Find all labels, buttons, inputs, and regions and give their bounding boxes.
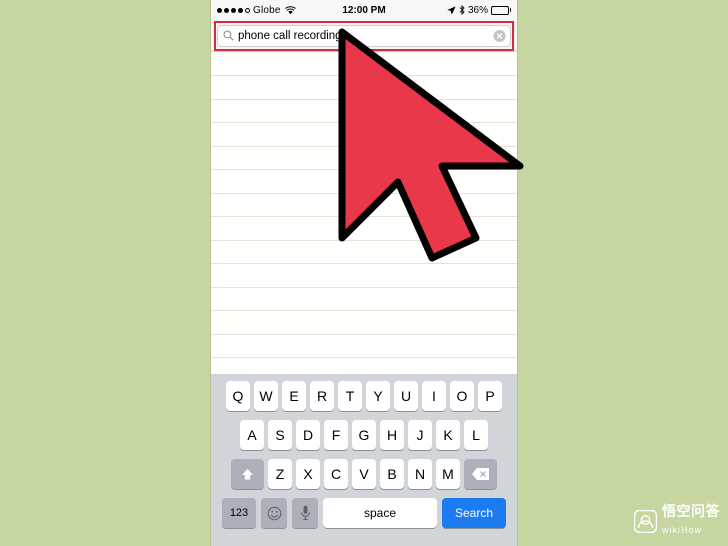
key-p[interactable]: P [478, 381, 502, 411]
status-bar: Globe 12:00 PM 36% [211, 0, 517, 20]
location-arrow-icon [447, 5, 456, 15]
key-g[interactable]: G [352, 420, 376, 450]
carrier-label: Globe [253, 4, 281, 16]
key-a[interactable]: A [240, 420, 264, 450]
list-item[interactable] [211, 76, 517, 100]
battery-percent-label: 36% [467, 4, 488, 16]
phone-screen: Globe 12:00 PM 36% phone call recording … [210, 0, 518, 546]
key-u[interactable]: U [394, 381, 418, 411]
key-k[interactable]: K [436, 420, 460, 450]
key-y[interactable]: Y [366, 381, 390, 411]
dictation-key[interactable] [292, 498, 318, 528]
key-l[interactable]: L [464, 420, 488, 450]
key-w[interactable]: W [254, 381, 278, 411]
shift-key[interactable] [231, 459, 264, 489]
microphone-icon [300, 505, 310, 520]
key-s[interactable]: S [268, 420, 292, 450]
battery-icon [491, 5, 511, 15]
watermark-text: 悟空问答 wikiHow [662, 504, 720, 538]
signal-strength-icon [217, 7, 250, 13]
list-item[interactable] [211, 264, 517, 288]
list-item[interactable] [211, 311, 517, 335]
list-item[interactable] [211, 52, 517, 76]
shift-arrow-icon [242, 468, 253, 479]
key-q[interactable]: Q [226, 381, 250, 411]
list-item[interactable] [211, 147, 517, 170]
key-f[interactable]: F [324, 420, 348, 450]
emoji-key[interactable] [261, 498, 287, 528]
key-v[interactable]: V [352, 459, 376, 489]
search-bar[interactable]: phone call recording [211, 20, 517, 52]
key-e[interactable]: E [282, 381, 306, 411]
wukong-logo-icon [634, 509, 657, 533]
key-j[interactable]: J [408, 420, 432, 450]
list-item[interactable] [211, 100, 517, 123]
bluetooth-icon [459, 5, 465, 15]
list-item[interactable] [211, 288, 517, 311]
keyboard-row-1: Q W E R T Y U I O P [211, 381, 517, 411]
key-d[interactable]: D [296, 420, 320, 450]
keyboard-row-2: A S D F G H J K L [211, 420, 517, 450]
key-m[interactable]: M [436, 459, 460, 489]
search-input-value: phone call recording [238, 29, 342, 42]
keyboard-row-4: 123 space Search [211, 498, 517, 528]
wifi-icon [284, 5, 296, 15]
list-item[interactable] [211, 170, 517, 194]
key-i[interactable]: I [422, 381, 446, 411]
backspace-key[interactable] [464, 459, 497, 489]
notes-list[interactable] [211, 52, 517, 382]
search-icon [223, 30, 234, 41]
list-item[interactable] [211, 217, 517, 241]
key-r[interactable]: R [310, 381, 334, 411]
search-input[interactable]: phone call recording [217, 24, 511, 47]
key-b[interactable]: B [380, 459, 404, 489]
key-o[interactable]: O [450, 381, 474, 411]
key-t[interactable]: T [338, 381, 362, 411]
key-n[interactable]: N [408, 459, 432, 489]
smiley-icon [267, 506, 281, 520]
status-bar-left: Globe [217, 5, 296, 16]
list-item[interactable] [211, 335, 517, 358]
on-screen-keyboard[interactable]: Q W E R T Y U I O P A S D F G H J K L Z … [211, 374, 517, 546]
list-item[interactable] [211, 241, 517, 264]
space-key[interactable]: space [323, 498, 437, 528]
watermark: 悟空问答 wikiHow [634, 504, 720, 538]
text-caret [342, 29, 344, 42]
key-x[interactable]: X [296, 459, 320, 489]
backspace-icon [472, 468, 489, 480]
clear-icon[interactable] [493, 29, 506, 42]
list-item[interactable] [211, 123, 517, 147]
status-bar-right: 36% [447, 5, 511, 16]
list-item[interactable] [211, 194, 517, 217]
key-z[interactable]: Z [268, 459, 292, 489]
numbers-key[interactable]: 123 [222, 498, 256, 528]
watermark-main-label: 悟空问答 [662, 503, 720, 520]
key-h[interactable]: H [380, 420, 404, 450]
watermark-sub-label: wikiHow [662, 525, 703, 536]
search-key[interactable]: Search [442, 498, 506, 528]
keyboard-row-3: Z X C V B N M [211, 459, 517, 489]
key-c[interactable]: C [324, 459, 348, 489]
